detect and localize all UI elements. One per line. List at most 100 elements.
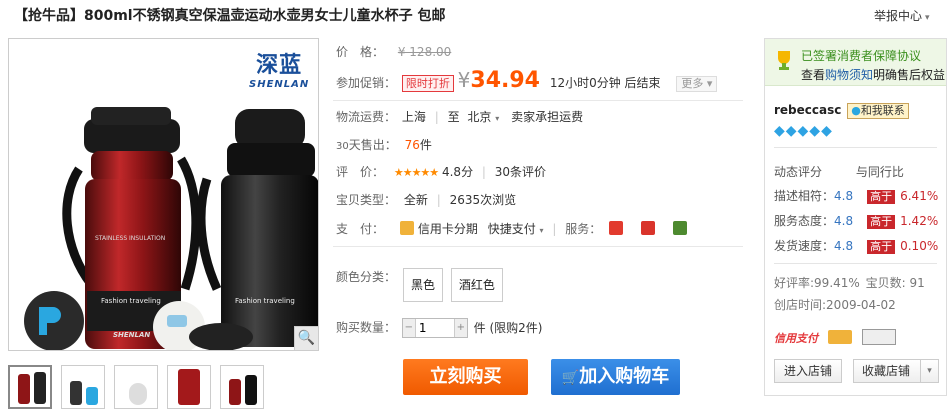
bottle-logo: SHENLAN	[113, 331, 151, 339]
rating-score: 4.8	[834, 214, 854, 228]
buy-now-button[interactable]: 立刻购买	[403, 359, 528, 395]
ship-to-select[interactable]: 北京 ▾	[467, 110, 499, 124]
price-row: 价 格： ¥ 128.00	[336, 43, 451, 60]
guarantee-view: 查看	[801, 68, 826, 82]
contact-button[interactable]: ●和我联系	[847, 103, 909, 119]
shipping-note: 卖家承担运费	[511, 110, 584, 124]
rating-pct: 1.42%	[900, 214, 939, 228]
rating-score: 4.8	[834, 189, 854, 203]
star-rating-icon: ★★★★★	[393, 166, 439, 179]
color-label-row: 颜色分类：	[336, 268, 396, 285]
add-to-cart-button[interactable]: 🛒加入购物车	[551, 359, 680, 395]
ship-from: 上海	[401, 110, 426, 124]
decrement-button[interactable]: −	[402, 319, 415, 337]
quantity-row: 购买数量： − + 件 (限购2件)	[336, 318, 543, 338]
trophy-icon	[775, 49, 793, 71]
promo-tag: 限时打折	[401, 75, 454, 92]
chevron-down-icon: ▾	[925, 13, 930, 23]
guarantee-note: 查看购物须知明确售后权益	[801, 66, 945, 83]
installment-link[interactable]: 信用卡分期	[418, 222, 478, 236]
condition: 全新	[403, 193, 428, 207]
promo-label: 参加促销：	[336, 76, 397, 90]
separator: |	[481, 165, 486, 179]
more-promo-button[interactable]: 更多 ▾	[676, 76, 718, 92]
color-options: 黑色 酒红色	[403, 268, 507, 302]
quantity-input[interactable]	[414, 319, 455, 337]
dynamic-header: 动态评分 与同行比	[774, 163, 904, 180]
payment-row: 支 付： 信用卡分期 快捷支付 ▾ | 服务：	[336, 220, 691, 237]
separator: |	[552, 222, 557, 236]
countdown-text: 12小时0分钟 后结束	[549, 76, 661, 90]
payment-label: 支 付：	[336, 222, 385, 236]
express-pay-select[interactable]: 快捷支付 ▾	[488, 222, 544, 236]
view-count: 2635次浏览	[449, 193, 517, 207]
zoom-icon[interactable]: 🔍	[294, 326, 318, 350]
invoice-icon	[861, 329, 896, 345]
cart-label: 加入购物车	[579, 366, 670, 387]
rating-row-description: 描述相符：4.8 高于 6.41%	[774, 187, 938, 204]
divider	[333, 246, 743, 247]
bottle-print-line1: STAINLESS INSULATION	[95, 235, 166, 242]
increment-button[interactable]: +	[454, 319, 467, 337]
shopping-notice-link[interactable]: 购物须知	[825, 68, 873, 82]
baby-count: 宝贝数: 91	[865, 276, 925, 290]
quantity-stepper: − +	[401, 318, 468, 338]
thumbnail-5[interactable]	[220, 365, 264, 409]
color-option-black[interactable]: 黑色	[403, 268, 444, 302]
sales-label: 天售出：	[348, 138, 397, 152]
shipping-row: 物流运费： 上海 | 至 北京 ▾ 卖家承担运费	[336, 108, 583, 125]
review-count-link[interactable]: 30条评价	[495, 165, 546, 179]
report-label: 举报中心	[874, 9, 923, 23]
chevron-down-icon: ▾	[920, 360, 938, 382]
report-center-link[interactable]: 举报中心 ▾	[874, 7, 930, 24]
created-date: 创店时间:2009-04-02	[774, 298, 896, 312]
color-option-wine-red[interactable]: 酒红色	[450, 268, 503, 302]
divider	[774, 147, 937, 148]
separator: |	[436, 193, 441, 207]
sales-label-prefix: 30	[336, 141, 349, 152]
current-price: 34.94	[470, 68, 540, 93]
currency-symbol: ¥	[457, 68, 471, 92]
credit-row: 信用支付	[774, 329, 896, 346]
compare-label: 与同行比	[855, 165, 904, 179]
seller-name[interactable]: rebeccasc	[774, 103, 841, 117]
separator: |	[434, 110, 439, 124]
original-price: ¥ 128.00	[397, 45, 452, 59]
thumbnail-2[interactable]	[61, 365, 105, 409]
ship-to: 北京	[467, 110, 492, 124]
rating-label: 发货速度：	[774, 239, 835, 253]
thumbnail-strip	[8, 365, 264, 409]
rating-row-service: 服务态度：4.8 高于 1.42%	[774, 212, 938, 229]
quantity-label: 购买数量：	[336, 320, 397, 335]
chat-icon: ●	[851, 104, 861, 117]
express-label: 快捷支付	[487, 222, 536, 236]
thumbnail-1[interactable]	[8, 365, 52, 409]
favorite-label: 收藏店铺	[862, 364, 911, 378]
divider	[774, 263, 937, 264]
credit-card-icon	[399, 221, 414, 235]
thumbnail-3[interactable]	[114, 365, 158, 409]
cart-icon: 🛒	[561, 370, 580, 386]
sales-unit: 件	[419, 138, 432, 152]
type-label: 宝贝类型：	[336, 193, 397, 207]
thumbnail-4[interactable]	[167, 365, 211, 409]
shop-panel: 已签署消费者保障协议 查看购物须知明确售后权益 rebeccasc ●和我联系 …	[764, 38, 947, 396]
guarantee-title: 已签署消费者保障协议	[801, 49, 922, 63]
review-row: 评 价： ★★★★★ 4.8分 | 30条评价	[336, 163, 546, 180]
enter-shop-button[interactable]: 进入店铺	[774, 359, 842, 383]
type-row: 宝贝类型： 全新 | 2635次浏览	[336, 191, 516, 208]
chevron-down-icon: ▾	[706, 77, 713, 90]
favorite-shop-button[interactable]: 收藏店铺 ▾	[853, 359, 939, 383]
seven-day-return-icon[interactable]	[609, 221, 624, 235]
price-label: 价 格：	[336, 45, 385, 59]
main-product-image[interactable]: 深蓝 SHENLAN STAINLESS INSULATION Fashion …	[8, 38, 319, 351]
rating-pct: 0.10%	[900, 239, 939, 253]
rating-tag: 高于	[867, 215, 896, 229]
good-rate: 好评率:99.41%	[774, 276, 860, 290]
invoice-icon[interactable]	[672, 221, 687, 235]
seller-row: rebeccasc ●和我联系	[774, 103, 909, 119]
genuine-guarantee-icon[interactable]	[640, 221, 655, 235]
chevron-down-icon: ▾	[539, 226, 544, 235]
guarantee-tail: 明确售后权益	[873, 68, 946, 82]
credit-pay-label: 信用支付	[774, 332, 818, 345]
